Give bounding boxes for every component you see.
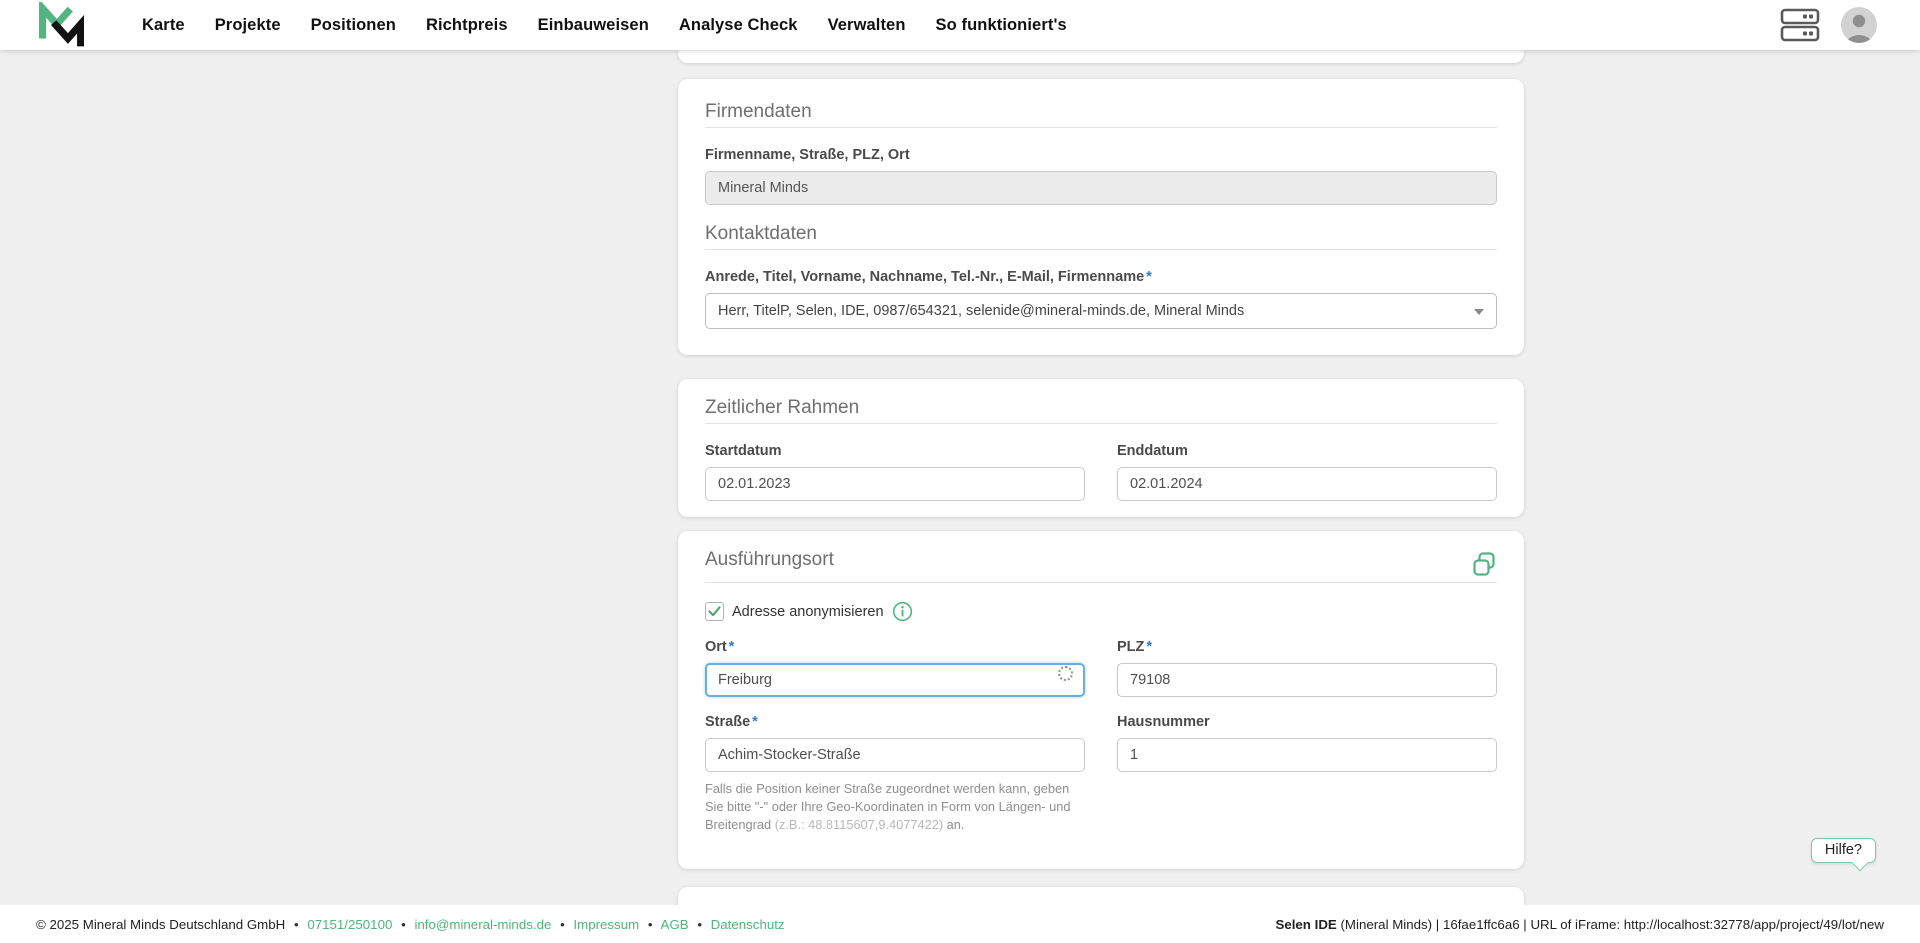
plz-label-text: PLZ: [1117, 639, 1144, 655]
copy-address-button[interactable]: [1471, 551, 1497, 578]
logo-icon: [36, 2, 84, 48]
zeitlicher-rahmen-title: Zeitlicher Rahmen: [705, 397, 1497, 419]
firmenname-input[interactable]: [705, 171, 1497, 205]
footer-agb-link[interactable]: AGB: [661, 917, 689, 932]
kontaktdaten-title: Kontaktdaten: [705, 223, 1497, 245]
footer-separator: •: [697, 917, 702, 932]
contact-select[interactable]: Herr, TitelP, Selen, IDE, 0987/654321, s…: [705, 293, 1497, 329]
required-asterisk: *: [752, 714, 758, 730]
hausnummer-input[interactable]: [1117, 738, 1497, 772]
enddatum-label: Enddatum: [1117, 442, 1497, 460]
nav-item-verwalten[interactable]: Verwalten: [828, 16, 906, 35]
firmendaten-field-label: Firmenname, Straße, PLZ, Ort: [705, 146, 1497, 164]
main-nav: Karte Projekte Positionen Richtpreis Ein…: [142, 16, 1067, 35]
check-icon: [708, 606, 721, 617]
footer-datenschutz-link[interactable]: Datenschutz: [711, 917, 785, 932]
required-asterisk: *: [1146, 269, 1152, 285]
chevron-down-icon: [1474, 309, 1484, 315]
required-asterisk: *: [729, 639, 735, 655]
nav-item-einbauweisen[interactable]: Einbauweisen: [538, 16, 649, 35]
footer: © 2025 Mineral Minds Deutschland GmbH • …: [0, 905, 1920, 943]
ort-label-text: Ort: [705, 639, 727, 655]
ort-label: Ort*: [705, 638, 1085, 656]
firmendaten-title: Firmendaten: [705, 101, 1497, 123]
nav-item-projekte[interactable]: Projekte: [215, 16, 281, 35]
strasse-label: Straße*: [705, 713, 1085, 731]
footer-email-link[interactable]: info@mineral-minds.de: [414, 917, 551, 932]
strasse-hint: Falls die Position keiner Straße zugeord…: [705, 780, 1085, 834]
footer-phone-link[interactable]: 07151/250100: [307, 917, 392, 932]
ort-input[interactable]: [705, 663, 1085, 697]
form-content-column: Firmendaten Firmenname, Straße, PLZ, Ort…: [678, 50, 1524, 943]
copy-icon: [1471, 551, 1497, 578]
previous-card-bottom-edge: [678, 50, 1524, 63]
footer-separator: •: [294, 917, 299, 932]
loading-spinner-icon: [1058, 666, 1073, 681]
status-app-name: Selen IDE: [1275, 917, 1336, 932]
info-icon[interactable]: [892, 601, 913, 622]
ausfuehrungsort-title: Ausführungsort: [705, 549, 834, 571]
avatar-icon: [1840, 6, 1878, 44]
user-avatar[interactable]: [1840, 6, 1878, 44]
help-button[interactable]: Hilfe?: [1811, 838, 1876, 863]
server-stack-glyph: [1780, 7, 1820, 43]
plz-input[interactable]: [1117, 663, 1497, 697]
contact-select-value: Herr, TitelP, Selen, IDE, 0987/654321, s…: [718, 303, 1244, 319]
anonymize-label: Adresse anonymisieren: [732, 604, 884, 620]
required-asterisk: *: [1146, 639, 1152, 655]
footer-separator: •: [648, 917, 653, 932]
hint-example-text: (z.B.: 48.8115607,9.4077422): [775, 817, 943, 832]
divider: [705, 127, 1497, 128]
strasse-input[interactable]: [705, 738, 1085, 772]
kontakt-field-label: Anrede, Titel, Vorname, Nachname, Tel.-N…: [705, 268, 1497, 286]
nav-item-so-funktionierts[interactable]: So funktioniert's: [936, 16, 1067, 35]
footer-separator: •: [401, 917, 406, 932]
footer-legal: © 2025 Mineral Minds Deutschland GmbH • …: [36, 917, 785, 932]
ausfuehrungsort-card: Ausführungsort Adresse anonymisieren: [678, 531, 1524, 869]
nav-item-positionen[interactable]: Positionen: [311, 16, 396, 35]
footer-impressum-link[interactable]: Impressum: [573, 917, 639, 932]
status-details: (Mineral Minds) | 16fae1ffc6a6 | URL of …: [1337, 917, 1884, 932]
strasse-label-text: Straße: [705, 714, 750, 730]
enddatum-input[interactable]: [1117, 467, 1497, 501]
info-circle-glyph: [892, 601, 913, 622]
zeitlicher-rahmen-card: Zeitlicher Rahmen Startdatum Enddatum: [678, 379, 1524, 517]
nav-item-richtpreis[interactable]: Richtpreis: [426, 16, 508, 35]
divider: [705, 423, 1497, 424]
divider: [705, 582, 1497, 583]
divider: [705, 249, 1497, 250]
copyright-text: © 2025 Mineral Minds Deutschland GmbH: [36, 917, 285, 932]
plz-label: PLZ*: [1117, 638, 1497, 656]
mineral-minds-logo[interactable]: [36, 2, 84, 48]
footer-separator: •: [560, 917, 565, 932]
firmendaten-card: Firmendaten Firmenname, Straße, PLZ, Ort…: [678, 79, 1524, 355]
anonymize-checkbox[interactable]: [705, 602, 724, 621]
server-status-icon[interactable]: [1780, 7, 1820, 43]
nav-item-analyse-check[interactable]: Analyse Check: [679, 16, 798, 35]
footer-status: Selen IDE (Mineral Minds) | 16fae1ffc6a6…: [1275, 917, 1884, 932]
nav-item-karte[interactable]: Karte: [142, 16, 185, 35]
hausnummer-label: Hausnummer: [1117, 713, 1497, 731]
startdatum-label: Startdatum: [705, 442, 1085, 460]
top-navbar: Karte Projekte Positionen Richtpreis Ein…: [0, 0, 1920, 50]
kontakt-label-text: Anrede, Titel, Vorname, Nachname, Tel.-N…: [705, 269, 1144, 285]
startdatum-input[interactable]: [705, 467, 1085, 501]
hint-suffix-text: an.: [943, 817, 964, 832]
